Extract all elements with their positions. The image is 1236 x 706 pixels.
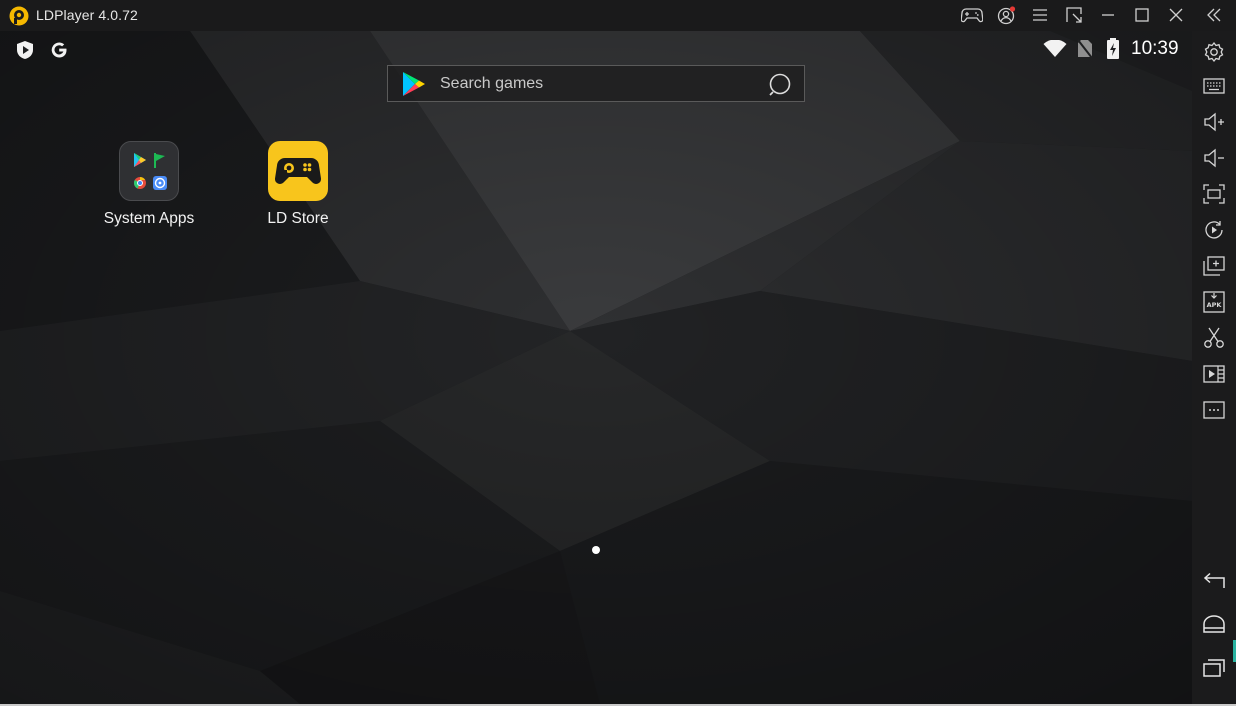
recent-apps-icon[interactable] <box>1202 656 1226 680</box>
wifi-icon <box>1043 40 1067 57</box>
menu-icon[interactable] <box>1028 4 1052 26</box>
volume-up-icon[interactable] <box>1202 110 1226 134</box>
play-store-icon <box>403 72 425 96</box>
app-label: System Apps <box>103 210 195 227</box>
cut-icon[interactable] <box>1202 326 1226 350</box>
tool-sidebar: APK <box>1192 31 1236 706</box>
search-placeholder: Search games <box>440 75 544 92</box>
multi-instance-icon[interactable] <box>1202 254 1226 278</box>
gamepad-icon[interactable] <box>960 4 984 26</box>
volume-down-icon[interactable] <box>1202 146 1226 170</box>
more-icon[interactable] <box>1202 398 1226 422</box>
search-games-bar[interactable]: Search games <box>387 65 805 102</box>
collapse-sidebar-icon[interactable] <box>1202 4 1226 26</box>
screenshot-icon[interactable] <box>1202 182 1226 206</box>
minimize-icon[interactable] <box>1096 4 1120 26</box>
svg-text:APK: APK <box>1207 301 1223 309</box>
back-icon[interactable] <box>1202 568 1226 592</box>
window-titlebar: LDPlayer 4.0.72 <box>0 0 1236 31</box>
status-clock: 10:39 <box>1131 38 1179 59</box>
page-indicator-dot <box>592 546 600 554</box>
window-title: LDPlayer 4.0.72 <box>36 7 138 23</box>
install-apk-icon[interactable]: APK <box>1202 290 1226 314</box>
app-label: LD Store <box>267 210 329 227</box>
record-operation-icon[interactable] <box>1202 218 1226 242</box>
system-apps-folder-icon <box>119 141 179 201</box>
no-sim-icon <box>1077 39 1093 59</box>
close-icon[interactable] <box>1164 4 1188 26</box>
search-icon[interactable] <box>767 72 793 98</box>
video-record-icon[interactable] <box>1202 362 1226 386</box>
wallpaper <box>0 31 1192 704</box>
android-screen[interactable]: 10:39 Search games System Apps LD Store <box>0 31 1192 704</box>
app-system-apps[interactable]: System Apps <box>89 141 209 236</box>
resize-icon[interactable] <box>1062 4 1086 26</box>
ldplayer-logo-icon <box>9 6 29 26</box>
play-protect-icon <box>17 41 33 59</box>
settings-icon[interactable] <box>1202 40 1226 64</box>
ld-store-gamepad-icon <box>268 141 328 201</box>
home-icon[interactable] <box>1202 612 1226 636</box>
app-ld-store[interactable]: LD Store <box>238 141 358 236</box>
google-icon <box>51 42 67 58</box>
maximize-icon[interactable] <box>1130 4 1154 26</box>
keyboard-mapping-icon[interactable] <box>1202 74 1226 98</box>
battery-charging-icon <box>1107 38 1119 59</box>
account-icon[interactable] <box>994 4 1018 26</box>
